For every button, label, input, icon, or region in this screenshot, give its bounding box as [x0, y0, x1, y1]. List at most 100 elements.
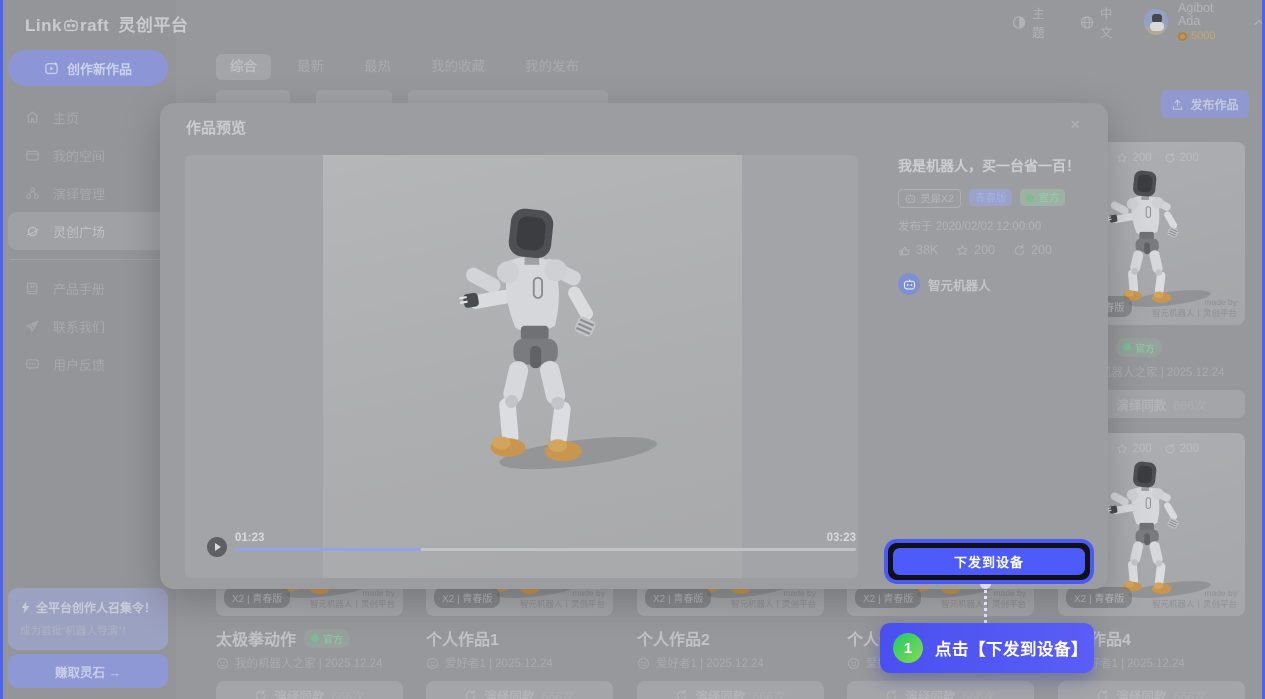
user-menu[interactable]: Agibot Ada 5000 [1144, 2, 1265, 42]
card-title-row: 个人作品2 [637, 629, 824, 647]
tab-我的收藏[interactable]: 我的收藏 [417, 54, 499, 80]
work-info-panel: 我是机器人，买一台省一百！ 灵犀X2 青春版 官方 发布于 2020/02/02… [898, 156, 1098, 295]
sidebar-item-label: 产品手册 [53, 279, 105, 298]
tab-综合[interactable]: 综合 [216, 54, 271, 80]
guide-tooltip-text: 点击【下发到设备】 [935, 636, 1088, 660]
official-check-icon [311, 634, 319, 642]
star-icon [1116, 443, 1128, 455]
language-switch[interactable]: 中文 [1080, 3, 1124, 41]
promo-subtitle: 成为首批“机器人导演”！ [20, 623, 156, 638]
official-check-icon [1026, 194, 1034, 202]
model-tag: 灵犀X2 [898, 189, 961, 208]
card-author: 我的机器人之家 | 2025.12.24 [216, 655, 403, 671]
theme-contrast-icon [1012, 15, 1026, 30]
app-logo: Link raft 灵创平台 [25, 11, 188, 36]
video-player: 01:23 03:23 [185, 155, 858, 578]
share-icon [1013, 244, 1026, 257]
sort-tabs: 综合最新最热我的收藏我的发布 [216, 54, 593, 80]
user-name: Agibot Ada [1178, 2, 1235, 28]
work-stats: 38K 200 200 [898, 243, 1098, 257]
robot-render [423, 207, 663, 485]
model-edition-badge: X2 | 青春版 [645, 587, 711, 608]
shares-stat: 200 [1013, 243, 1052, 257]
remix-button[interactable]: 演绎同款666次 [216, 681, 403, 699]
star-icon [956, 244, 969, 257]
card-title: 个人作品2 [637, 626, 710, 650]
guide-tooltip: 1 点击【下发到设备】 [880, 623, 1094, 673]
watermark: made by智元机器人丨灵创平台 [1152, 588, 1237, 610]
remix-icon [464, 689, 477, 699]
official-badge: 官方 [1116, 338, 1162, 357]
tab-最新[interactable]: 最新 [283, 54, 338, 80]
work-tags: 灵犀X2 青春版 官方 [898, 189, 1098, 208]
publish-work-button[interactable]: 发布作品 [1161, 90, 1249, 118]
sidebar-item-home[interactable]: 主页 [8, 98, 168, 136]
sidebar-item-nodes[interactable]: 演绎管理 [8, 174, 168, 212]
sidebar-item-planet[interactable]: 灵创广场 [8, 212, 168, 250]
card-author: 爱好者1 | 2025.12.24 [637, 655, 824, 671]
shares-stat: 200 [1164, 152, 1199, 164]
logo-text-link: Link [25, 16, 62, 35]
remix-icon [254, 689, 267, 699]
sidebar-divider [10, 259, 166, 260]
planet-icon [25, 224, 40, 239]
share-icon [1164, 152, 1176, 164]
author-avatar-icon [637, 657, 650, 670]
sidebar: 创作新作品 主页我的空间演绎管理灵创广场产品手册联系我们用户反馈 全平台创作人召… [0, 0, 176, 699]
guide-step-badge: 1 [893, 633, 923, 663]
stars-stat: 200 [1116, 443, 1151, 455]
remix-button[interactable]: 演绎同款666次 [1058, 681, 1245, 699]
remix-button[interactable]: 演绎同款666次 [847, 681, 1034, 699]
create-new-work-button[interactable]: 创作新作品 [8, 50, 168, 86]
deploy-highlight-ring: 下发到设备 [884, 539, 1094, 584]
sidebar-item-label: 用户反馈 [53, 355, 105, 374]
sidebar-item-label: 演绎管理 [53, 184, 105, 203]
official-tag: 官方 [1020, 189, 1065, 206]
edition-tag: 青春版 [969, 189, 1013, 206]
sidebar-item-folder[interactable]: 我的空间 [8, 136, 168, 174]
work-preview-modal: 作品预览 × 01:23 03:23 我是机器人，买一台省一百！ 灵犀X2 青春… [160, 103, 1108, 589]
progress-bar[interactable] [235, 548, 856, 551]
watermark: made by智元机器人丨灵创平台 [520, 588, 605, 610]
remix-button[interactable]: 演绎同款666次 [637, 681, 824, 699]
share-icon [1164, 443, 1176, 455]
close-icon[interactable]: × [1070, 115, 1080, 135]
work-title: 我是机器人，买一台省一百！ [898, 156, 1098, 176]
guide-connector-line [984, 590, 987, 623]
language-label: 中文 [1100, 3, 1124, 41]
model-edition-badge: X2 | 青春版 [1066, 587, 1132, 608]
author-avatar-icon [216, 657, 229, 670]
earn-gems-button[interactable]: 赚取灵石 → [8, 654, 168, 688]
promo-title: 全平台创作人召集令！ [36, 599, 156, 616]
app-screen: Linkraft灵创平台 主题 中文 Agibot Ada 5 [0, 0, 1265, 699]
model-edition-badge: X2 | 青春版 [855, 587, 921, 608]
card-title: 太极拳动作 [216, 626, 296, 650]
shares-stat: 200 [1164, 443, 1199, 455]
sidebar-item-label: 灵创广场 [53, 222, 105, 241]
header-right: 主题 中文 Agibot Ada 5000 [1012, 9, 1265, 35]
tab-最热[interactable]: 最热 [350, 54, 405, 80]
card-title-row: 太极拳动作官方 [216, 629, 403, 647]
play-button[interactable] [207, 537, 227, 557]
logo-text-cn: 灵创平台 [118, 16, 188, 35]
star-icon [1116, 152, 1128, 164]
folder-icon [25, 148, 40, 163]
robot-face-icon [905, 193, 916, 204]
author-name: 智元机器人 [928, 275, 991, 294]
create-button-label: 创作新作品 [67, 59, 132, 78]
sidebar-item-send[interactable]: 联系我们 [8, 307, 168, 345]
watermark: made by智元机器人丨灵创平台 [310, 588, 395, 610]
create-icon [44, 61, 59, 76]
progress-fill [235, 548, 421, 551]
logo-text-raft: raft [80, 16, 109, 35]
deploy-to-device-button[interactable]: 下发到设备 [893, 548, 1085, 575]
sidebar-item-book[interactable]: 产品手册 [8, 269, 168, 307]
tab-我的发布[interactable]: 我的发布 [511, 54, 593, 80]
official-badge: 官方 [304, 629, 350, 648]
work-author[interactable]: 智元机器人 [898, 273, 1098, 295]
home-icon [25, 110, 40, 125]
modal-title: 作品预览 [186, 117, 246, 138]
theme-toggle[interactable]: 主题 [1012, 3, 1056, 41]
sidebar-item-chat[interactable]: 用户反馈 [8, 345, 168, 383]
remix-button[interactable]: 演绎同款666次 [426, 681, 613, 699]
